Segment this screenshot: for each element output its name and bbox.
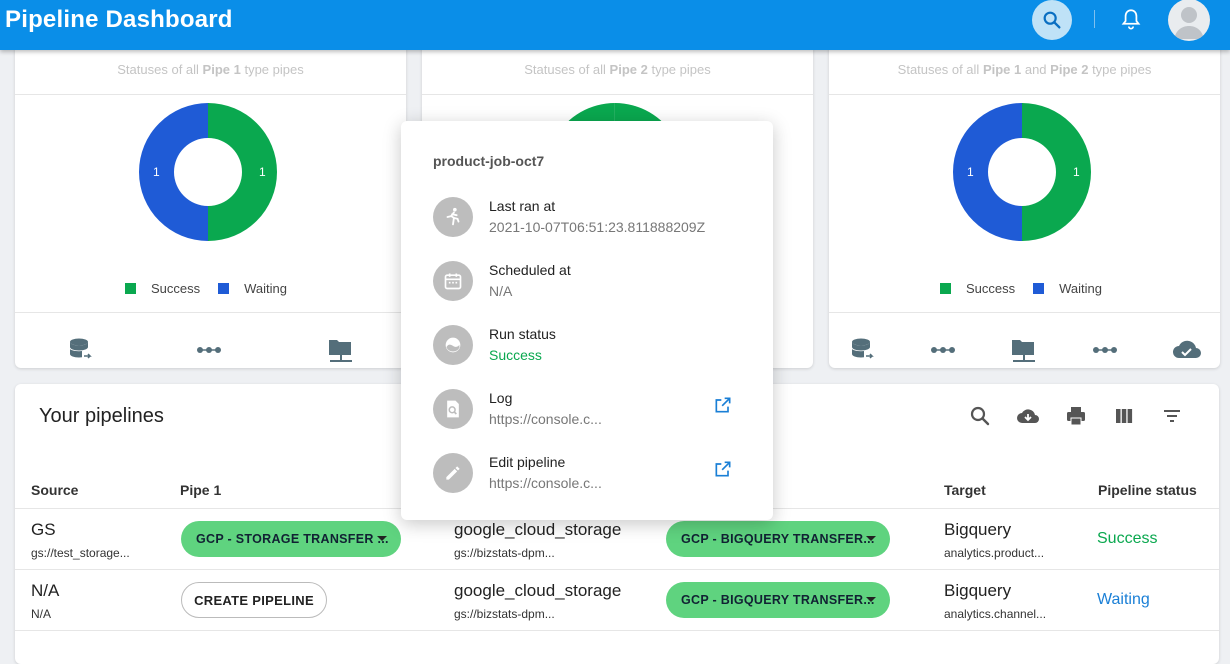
donut-chart: 1 1 <box>953 103 1091 241</box>
download-icon[interactable] <box>1016 404 1040 428</box>
chevron-down-icon <box>377 536 387 541</box>
card-subtitle: Statuses of all Pipe 1 and Pipe 2 type p… <box>897 62 1152 77</box>
folder-network-icon[interactable] <box>1010 336 1038 364</box>
pipe2-dropdown[interactable]: GCP - BIGQUERY TRANSFER... <box>666 521 890 557</box>
donut-slice-waiting <box>139 103 208 241</box>
status-card-pipe1: Statuses of all Pipe 1 type pipes 1 1 Su… <box>15 20 406 368</box>
donut-label-waiting: 1 <box>153 165 160 179</box>
pipeline-icon[interactable] <box>929 336 957 364</box>
status-icon <box>445 337 461 353</box>
chart-legend: Success Waiting <box>125 281 287 296</box>
popover-item-log: Log https://console.c... <box>433 388 753 432</box>
status-badge: Success <box>1097 530 1158 547</box>
source-name: GS <box>31 520 56 539</box>
search-button[interactable] <box>1032 0 1072 40</box>
donut-label-success: 1 <box>1073 165 1080 179</box>
card-subtitle: Statuses of all Pipe 1 type pipes <box>117 62 304 77</box>
donut-label-success: 1 <box>259 165 266 179</box>
card-subtitle: Statuses of all Pipe 2 type pipes <box>524 62 711 77</box>
edit-icon <box>446 466 460 480</box>
popover-item-run-status: Run status Success <box>433 324 753 368</box>
calendar-icon <box>444 273 462 290</box>
column-header-target[interactable]: Target <box>944 482 986 498</box>
popover-item-scheduled: Scheduled at N/A <box>433 260 753 304</box>
source-name: N/A <box>31 581 60 600</box>
columns-icon[interactable] <box>1112 404 1136 428</box>
column-header-source[interactable]: Source <box>31 482 78 498</box>
appbar-divider <box>1094 10 1095 28</box>
search-icon[interactable] <box>968 404 992 428</box>
open-in-new-icon[interactable] <box>713 459 733 479</box>
intermediate-name: google_cloud_storage <box>454 581 622 600</box>
bell-icon[interactable] <box>1118 7 1144 33</box>
popover-item-last-ran: Last ran at 2021-10-07T06:51:23.81188820… <box>433 196 753 240</box>
donut-slice-waiting <box>953 103 1022 241</box>
folder-network-icon[interactable] <box>327 336 355 364</box>
target-path: analytics.product... <box>944 546 1045 560</box>
create-pipeline-button[interactable]: CREATE PIPELINE <box>181 582 327 618</box>
pipeline-icon[interactable] <box>1091 336 1119 364</box>
chart-legend: Success Waiting <box>940 281 1102 296</box>
avatar[interactable] <box>1168 0 1210 41</box>
column-header-pipe1[interactable]: Pipe 1 <box>180 482 221 498</box>
table-title: Your pipelines <box>39 405 164 427</box>
source-path: N/A <box>31 607 52 621</box>
intermediate-path: gs://bizstats-dpm... <box>454 546 555 560</box>
user-icon <box>1174 7 1204 39</box>
donut-slice-success <box>208 103 277 241</box>
pipe2-dropdown[interactable]: GCP - BIGQUERY TRANSFER... <box>666 582 890 618</box>
chevron-down-icon <box>866 597 876 602</box>
target-name: Bigquery <box>944 581 1012 600</box>
status-card-all: Statuses of all Pipe 1 and Pipe 2 type p… <box>829 20 1220 368</box>
column-header-status[interactable]: Pipeline status <box>1098 482 1197 498</box>
pipeline-icon[interactable] <box>195 336 223 364</box>
app-bar: Pipeline Dashboard <box>0 0 1230 50</box>
intermediate-name: google_cloud_storage <box>454 520 622 539</box>
search-icon <box>1043 11 1061 29</box>
pipeline-details-popover: product-job-oct7 Last ran at 2021-10-07T… <box>401 121 773 520</box>
target-name: Bigquery <box>944 520 1012 539</box>
database-export-icon[interactable] <box>849 336 877 364</box>
intermediate-path: gs://bizstats-dpm... <box>454 607 555 621</box>
page-title: Pipeline Dashboard <box>5 6 233 33</box>
popover-title: product-job-oct7 <box>433 153 545 169</box>
popover-item-edit-pipeline: Edit pipeline https://console.c... <box>433 452 753 496</box>
target-path: analytics.channel... <box>944 607 1047 621</box>
log-search-icon <box>447 400 459 418</box>
pipe1-dropdown[interactable]: GCP - STORAGE TRANSFER ... <box>181 521 401 557</box>
donut-chart: 1 1 <box>139 103 277 241</box>
print-icon[interactable] <box>1064 404 1088 428</box>
status-badge: Waiting <box>1097 591 1150 608</box>
cloud-done-icon[interactable] <box>1171 336 1203 364</box>
filter-icon[interactable] <box>1160 404 1184 428</box>
database-export-icon[interactable] <box>67 336 95 364</box>
source-path: gs://test_storage... <box>31 546 130 560</box>
donut-label-waiting: 1 <box>967 165 974 179</box>
open-in-new-icon[interactable] <box>713 395 733 415</box>
donut-slice-success <box>1022 103 1091 241</box>
chevron-down-icon <box>866 536 876 541</box>
run-icon <box>446 207 460 226</box>
